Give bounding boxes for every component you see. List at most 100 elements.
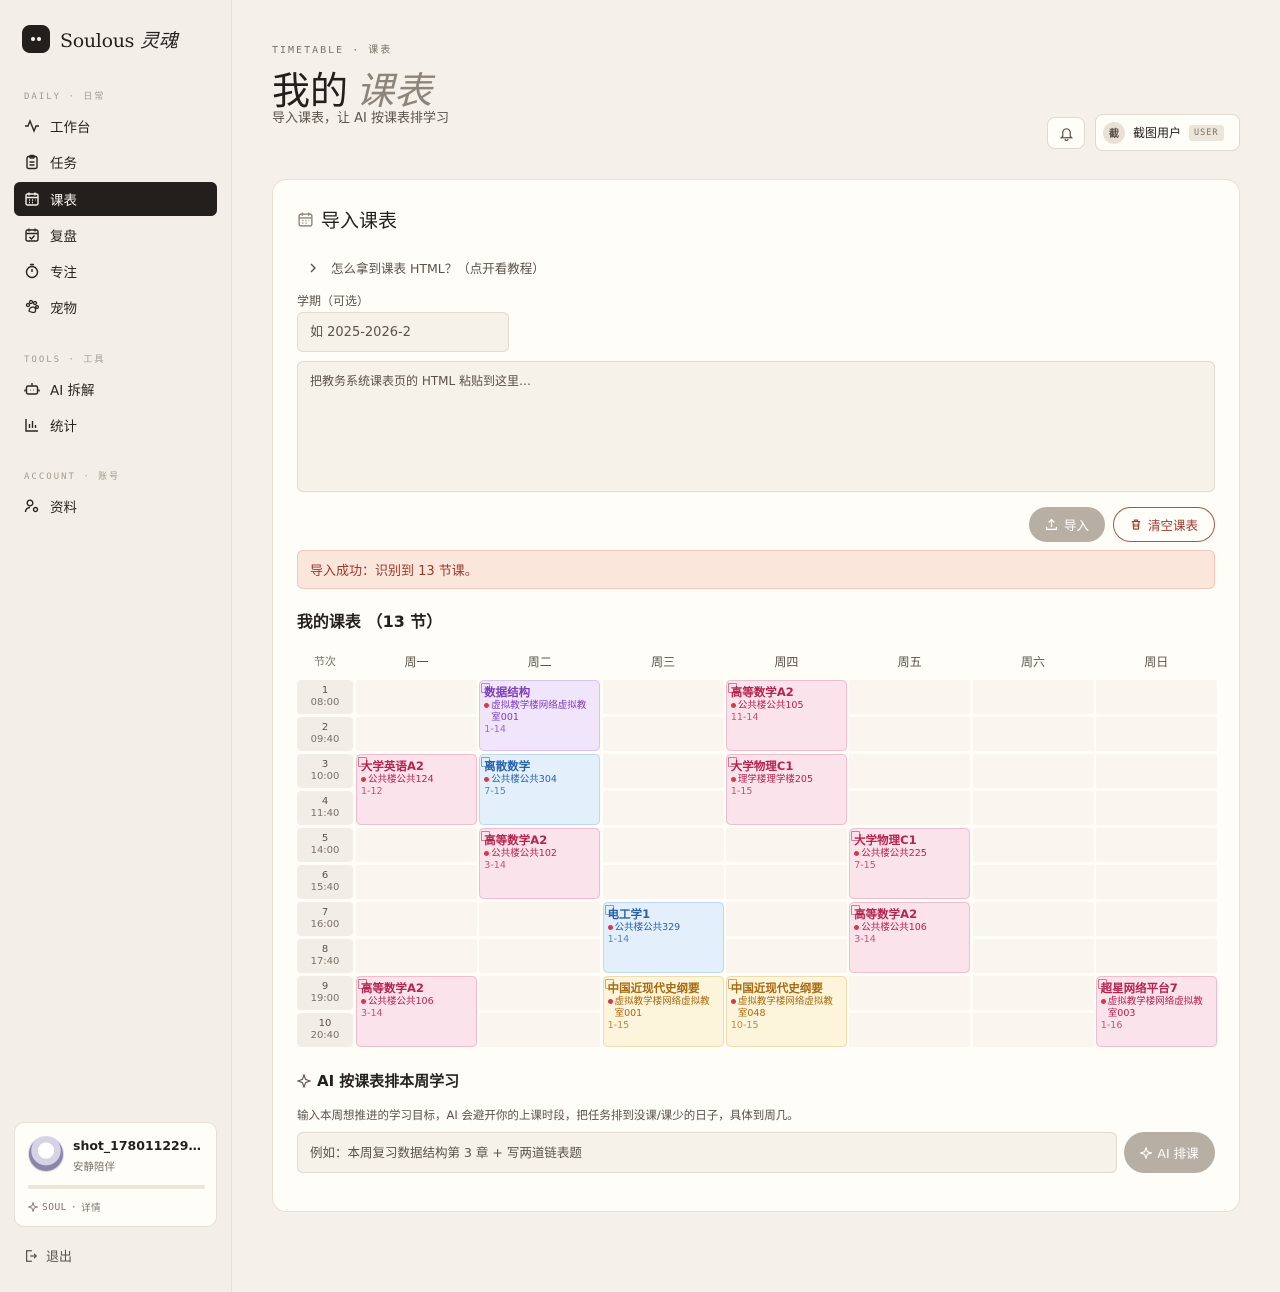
- course-location: 虚拟教学楼网络虚拟教室001: [484, 700, 595, 724]
- timetable-cell[interactable]: [972, 865, 1094, 899]
- timetable-cell[interactable]: [356, 717, 477, 751]
- timetable-cell[interactable]: [849, 754, 971, 788]
- timetable-grid: 节次 周一 周二 周三 周四 周五 周六 周日 1 08:00 2 09:40 3 10:00 4 11:4…: [297, 650, 1217, 1050]
- timetable-cell[interactable]: [479, 1013, 601, 1047]
- html-paste-textarea[interactable]: [297, 361, 1215, 492]
- course-block[interactable]: 高等数学A2 公共楼公共102 3-14: [479, 828, 601, 899]
- course-weeks: 10-15: [730, 1020, 759, 1031]
- course-block[interactable]: 数据结构 虚拟教学楼网络虚拟教室001 1-14: [479, 680, 601, 751]
- timetable-cell[interactable]: [725, 902, 847, 936]
- timetable-cell[interactable]: [972, 902, 1094, 936]
- sidebar-item-label: 任务: [50, 156, 77, 172]
- course-block[interactable]: 离散数学 公共楼公共304 7-15: [479, 754, 601, 825]
- timetable-cell[interactable]: [356, 902, 477, 936]
- calendar-icon: [25, 192, 39, 206]
- timetable-cell[interactable]: [602, 754, 724, 788]
- timetable-cell[interactable]: [479, 902, 601, 936]
- sidebar-item-stats[interactable]: 统计: [14, 408, 217, 442]
- course-block[interactable]: 中国近现代史纲要 虚拟教学楼网络虚拟教室001 1-15: [602, 976, 724, 1047]
- logout-icon: [26, 1249, 38, 1262]
- user-name: 截图用户: [1133, 126, 1182, 140]
- notifications-button[interactable]: [1047, 117, 1085, 149]
- timetable-cell[interactable]: [725, 828, 847, 862]
- timetable-cell[interactable]: [1095, 717, 1217, 751]
- soul-footer: SOUL · 详情: [28, 1200, 101, 1214]
- timetable-cell[interactable]: [1095, 865, 1217, 899]
- timetable-cell[interactable]: [725, 939, 847, 973]
- clear-timetable-button[interactable]: 清空课表: [1113, 507, 1215, 542]
- slot-label: 8 17:40: [297, 939, 353, 973]
- timetable-cell[interactable]: [972, 939, 1094, 973]
- timetable-cell[interactable]: [602, 717, 724, 751]
- sidebar-item-timetable[interactable]: 课表: [14, 182, 217, 216]
- course-name: 大学英语A2: [358, 757, 472, 774]
- course-block[interactable]: 超星网络平台7 虚拟教学楼网络虚拟教室003 1-16: [1095, 976, 1217, 1047]
- timetable-cell[interactable]: [356, 828, 477, 862]
- timetable-cell[interactable]: [972, 717, 1094, 751]
- sidebar-item-label: 宠物: [50, 301, 77, 317]
- timetable-cell[interactable]: [849, 791, 971, 825]
- timetable-cell[interactable]: [356, 939, 477, 973]
- sidebar-item-ai-breakdown[interactable]: AI 拆解: [14, 372, 217, 406]
- timetable-cell[interactable]: [849, 976, 971, 1010]
- timetable-cell[interactable]: [602, 828, 724, 862]
- user-menu-button[interactable]: 截 截图用户 USER: [1095, 114, 1240, 151]
- timetable-cell[interactable]: [356, 680, 477, 714]
- course-block[interactable]: 高等数学A2 公共楼公共106 3-14: [356, 976, 477, 1047]
- timetable-cell[interactable]: [602, 791, 724, 825]
- import-button[interactable]: 导入: [1029, 507, 1105, 542]
- timetable-cell[interactable]: [479, 976, 601, 1010]
- soul-detail-link[interactable]: 详情: [81, 1200, 101, 1214]
- course-name: 高等数学A2: [851, 905, 965, 922]
- term-input[interactable]: [297, 312, 509, 352]
- timetable-cell[interactable]: [972, 1013, 1094, 1047]
- course-block[interactable]: 高等数学A2 公共楼公共106 3-14: [849, 902, 971, 973]
- timetable-cell[interactable]: [972, 976, 1094, 1010]
- timetable-cell[interactable]: [972, 680, 1094, 714]
- timetable-cell[interactable]: [1095, 902, 1217, 936]
- timetable-cell[interactable]: [1095, 791, 1217, 825]
- timetable-cell[interactable]: [725, 865, 847, 899]
- logout-button[interactable]: 退出: [24, 1246, 72, 1265]
- separator-dot: ·: [70, 1201, 78, 1213]
- sidebar-item-focus[interactable]: 专注: [14, 254, 217, 288]
- sidebar-item-pet[interactable]: 宠物: [14, 290, 217, 324]
- course-block[interactable]: 大学物理C1 理学楼理学楼205 1-15: [725, 754, 847, 825]
- day-header: 周三: [651, 654, 676, 669]
- timetable-cell[interactable]: [972, 791, 1094, 825]
- brand[interactable]: Soulous 灵魂: [22, 25, 178, 53]
- slot-label: 2 09:40: [297, 717, 353, 751]
- timetable-cell[interactable]: [972, 754, 1094, 788]
- course-block[interactable]: 高等数学A2 公共楼公共105 11-14: [725, 680, 847, 751]
- course-block[interactable]: 大学英语A2 公共楼公共124 1-12: [356, 754, 477, 825]
- timetable-cell[interactable]: [1095, 680, 1217, 714]
- tutorial-toggle[interactable]: 怎么拿到课表 HTML？（点开看教程）: [309, 258, 545, 277]
- timetable-cell[interactable]: [849, 680, 971, 714]
- timetable-cell[interactable]: [479, 939, 601, 973]
- timetable-cell[interactable]: [1095, 754, 1217, 788]
- timetable-cell[interactable]: [356, 865, 477, 899]
- paw-icon: [25, 299, 39, 314]
- import-timetable-panel: 导入课表 怎么拿到课表 HTML？（点开看教程） 学期（可选） 导入 清空课表 …: [272, 179, 1240, 1212]
- course-weeks: 3-14: [484, 860, 506, 871]
- ai-goal-input[interactable]: [297, 1132, 1117, 1173]
- ai-schedule-button[interactable]: AI 排课: [1124, 1132, 1215, 1173]
- course-block[interactable]: 大学物理C1 公共楼公共225 7-15: [849, 828, 971, 899]
- timetable-cell[interactable]: [1095, 939, 1217, 973]
- timetable-cell[interactable]: [602, 865, 724, 899]
- brand-name: Soulous 灵魂: [60, 29, 178, 52]
- timetable-cell[interactable]: [849, 717, 971, 751]
- timetable-cell[interactable]: [602, 680, 724, 714]
- sidebar-item-tasks[interactable]: 任务: [14, 145, 217, 179]
- slot-label: 7 16:00: [297, 902, 353, 936]
- term-label: 学期（可选）: [297, 294, 370, 308]
- timetable-cell[interactable]: [972, 828, 1094, 862]
- sidebar-item-dashboard[interactable]: 工作台: [14, 109, 217, 143]
- course-block[interactable]: 中国近现代史纲要 虚拟教学楼网络虚拟教室048 10-15: [725, 976, 847, 1047]
- soul-card[interactable]: shot_1780112296540 安静陪伴 SOUL · 详情: [14, 1122, 217, 1227]
- course-block[interactable]: 电工学1 公共楼公共329 1-14: [602, 902, 724, 973]
- sidebar-item-profile[interactable]: 资料: [14, 489, 217, 523]
- sidebar-item-review[interactable]: 复盘: [14, 218, 217, 252]
- timetable-cell[interactable]: [849, 1013, 971, 1047]
- timetable-cell[interactable]: [1095, 828, 1217, 862]
